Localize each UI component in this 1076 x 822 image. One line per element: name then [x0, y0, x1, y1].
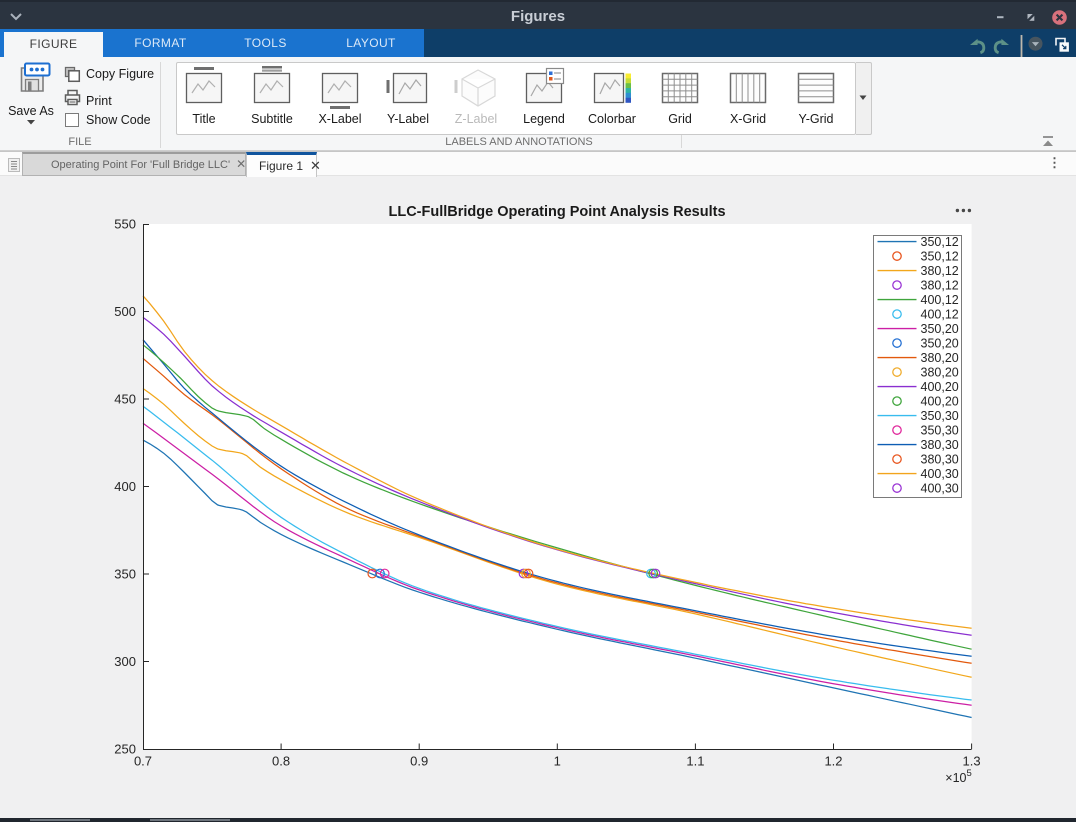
- svg-text:400: 400: [114, 479, 136, 494]
- svg-text:350,12: 350,12: [921, 250, 959, 264]
- svg-text:×10: ×10: [945, 771, 966, 785]
- svg-text:0.9: 0.9: [410, 754, 428, 769]
- svg-text:1: 1: [554, 754, 561, 769]
- svg-text:250: 250: [114, 742, 136, 757]
- svg-text:400,20: 400,20: [921, 380, 959, 394]
- svg-text:400,12: 400,12: [921, 293, 959, 307]
- svg-text:550: 550: [114, 217, 136, 232]
- svg-text:350: 350: [114, 567, 136, 582]
- svg-text:400,20: 400,20: [921, 395, 959, 409]
- svg-text:380,20: 380,20: [921, 351, 959, 365]
- svg-text:380,20: 380,20: [921, 366, 959, 380]
- svg-text:350,30: 350,30: [921, 409, 959, 423]
- svg-text:380,12: 380,12: [921, 264, 959, 278]
- svg-text:380,30: 380,30: [921, 438, 959, 452]
- svg-text:LLC-FullBridge Operating Point: LLC-FullBridge Operating Point Analysis …: [388, 204, 725, 220]
- svg-text:400,12: 400,12: [921, 308, 959, 322]
- svg-text:350,12: 350,12: [921, 235, 959, 249]
- svg-text:400,30: 400,30: [921, 467, 959, 481]
- svg-text:400,30: 400,30: [921, 482, 959, 496]
- svg-text:0.7: 0.7: [134, 754, 152, 769]
- svg-text:350,20: 350,20: [921, 337, 959, 351]
- svg-text:1.2: 1.2: [824, 754, 842, 769]
- svg-text:300: 300: [114, 654, 136, 669]
- svg-text:350,30: 350,30: [921, 424, 959, 438]
- svg-text:1.3: 1.3: [963, 754, 981, 769]
- svg-text:380,30: 380,30: [921, 453, 959, 467]
- svg-text:450: 450: [114, 392, 136, 407]
- svg-text:350,20: 350,20: [921, 322, 959, 336]
- svg-text:5: 5: [967, 768, 972, 779]
- svg-text:0.8: 0.8: [272, 754, 290, 769]
- svg-text:500: 500: [114, 304, 136, 319]
- svg-text:380,12: 380,12: [921, 279, 959, 293]
- svg-text:1.1: 1.1: [686, 754, 704, 769]
